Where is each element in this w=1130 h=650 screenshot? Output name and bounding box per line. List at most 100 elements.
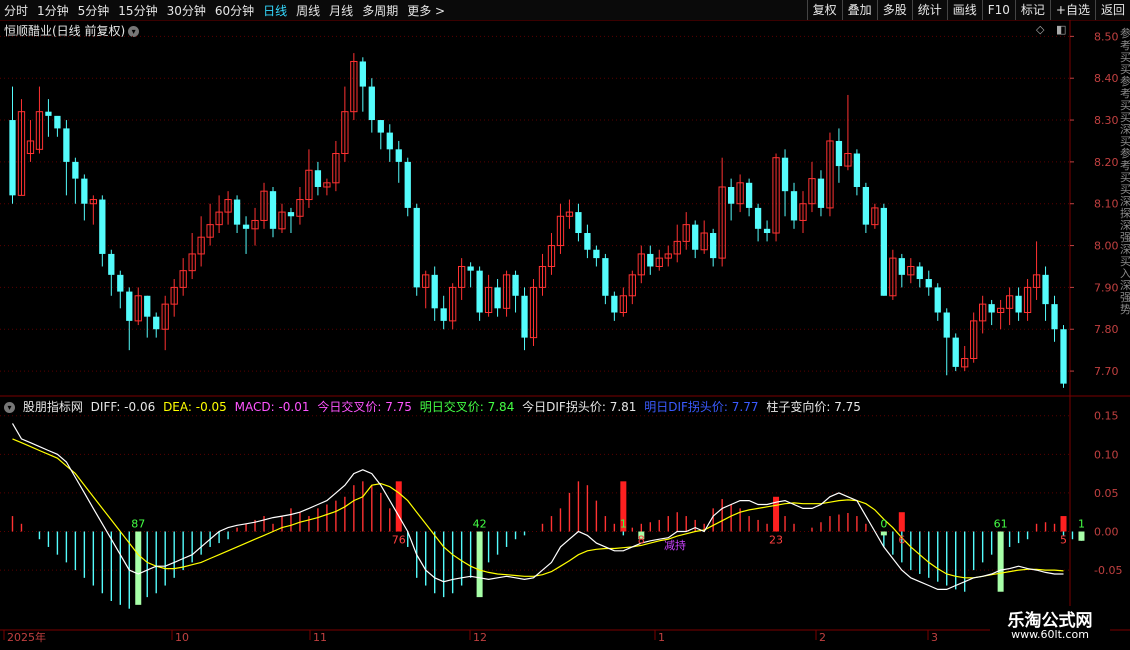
price-tick-label: 8.50 [1094, 30, 1119, 43]
candle-body-down [144, 295, 151, 317]
candle-body-down [81, 178, 88, 204]
macd-value: MACD: -0.01 [234, 400, 310, 414]
candle-body-down [727, 186, 735, 204]
candle-body-down [602, 258, 609, 296]
candle-body-down [467, 266, 474, 271]
candle-body-down [862, 186, 870, 225]
candle-body-down [763, 228, 771, 234]
macd-bar-label: 1 [1078, 518, 1085, 531]
candle-body-down [377, 120, 384, 133]
macd-signal-bar [1078, 531, 1085, 541]
candle-body-down [611, 295, 618, 313]
candle-body-down [269, 191, 277, 229]
candle-body-down [647, 253, 654, 267]
macd-bar-label: 87 [131, 518, 145, 531]
macd-bar-label: 5 [1060, 534, 1067, 547]
price-tick-label: 8.20 [1094, 156, 1119, 169]
watermark: 乐淘公式网 www.60lt.com [990, 606, 1110, 644]
candle-body-down [934, 287, 941, 313]
indicator-name: 股朋指标网 [22, 400, 83, 414]
tomorrow-cross-price: 明日交叉价: 7.84 [419, 400, 515, 414]
macd-bar-label: 76 [392, 534, 406, 547]
candle-body-down [817, 178, 825, 208]
candle-body-down [395, 149, 402, 162]
watermark-url: www.60lt.com [1011, 628, 1089, 641]
candle-body-down [476, 270, 483, 313]
candle-body-down [943, 312, 950, 338]
macd-signal-bar [997, 531, 1004, 592]
macd-signal-bar [1060, 516, 1067, 532]
time-axis-label: 10 [175, 631, 189, 644]
candle-body-down [440, 308, 447, 321]
price-tick-label: 8.40 [1094, 72, 1119, 85]
candle-body-down [287, 212, 295, 217]
macd-bar-label: 6 [898, 534, 905, 547]
candle-body-down [494, 287, 501, 309]
time-axis-label: 3 [931, 631, 938, 644]
candle-body-down [368, 86, 375, 121]
price-tick-label: 7.90 [1094, 281, 1119, 294]
candle-body-down [126, 291, 133, 321]
indicator-header: ▾ 股朋指标网 DIFF: -0.06 DEA: -0.05 MACD: -0.… [4, 398, 865, 415]
candle-body-down [54, 115, 61, 129]
candle-body-down [754, 207, 762, 229]
candle-body-down [952, 337, 959, 367]
dea-line [12, 438, 1064, 579]
macd-bar-label: 0 [880, 518, 887, 531]
bar-change-price: 柱子变向价: 7.75 [766, 400, 861, 414]
candle-body-down [431, 274, 438, 309]
side-signal-text: 参考买买参考买买深买参考买买深探深强深买入深强势 [1120, 27, 1130, 316]
today-dif-turn-price: 今日DIF拐头价: 7.81 [522, 400, 637, 414]
candle-body-down [512, 274, 519, 296]
candle-body-down [242, 224, 250, 229]
macd-signal-bar [898, 512, 905, 532]
macd-bar-label: 8 [638, 534, 645, 547]
candle-body-down [710, 233, 717, 259]
candle-body-down [853, 153, 861, 187]
macd-bar-label: 1 [620, 518, 627, 531]
candle-body-down [1015, 295, 1022, 313]
today-cross-price: 今日交叉价: 7.75 [317, 400, 412, 414]
indicator-tick-label: 0.05 [1094, 487, 1119, 500]
candle-body-down [108, 253, 115, 275]
macd-signal-bar [880, 531, 887, 536]
diff-line [11, 423, 1064, 590]
time-axis-label: 2 [819, 631, 826, 644]
candle-body-down [584, 233, 591, 250]
kline-chart[interactable]: 8.50 8.40 8.30 8.20 8.10 8.00 7.90 7.80 7.70 0.15… [0, 0, 1130, 650]
macd-signal-bar [476, 531, 483, 598]
dea-value: DEA: -0.05 [163, 400, 227, 414]
macd-signal-bar [135, 531, 142, 605]
time-axis-label: 1 [658, 631, 665, 644]
candle-body-down [1051, 304, 1058, 330]
candle-body-down [359, 61, 366, 87]
indicator-tick-label: -0.05 [1094, 564, 1122, 577]
candle-body-down [386, 132, 393, 150]
candle-body-down [153, 316, 160, 330]
chevron-down-icon[interactable]: ▾ [4, 402, 15, 413]
price-tick-label: 7.80 [1094, 323, 1119, 336]
candle-body-down [314, 170, 322, 187]
candle-body-down [593, 249, 600, 259]
candle-body-down [880, 207, 887, 296]
time-axis-label: 12 [473, 631, 487, 644]
candle-body-down [790, 191, 798, 221]
candle-body-down [898, 258, 905, 275]
candle-body-down [781, 157, 789, 192]
candle-body-down [9, 120, 16, 196]
price-tick-label: 8.30 [1094, 114, 1119, 127]
indicator-tick-label: 0.00 [1094, 526, 1119, 539]
pink-signal-label: 减持 [664, 538, 686, 552]
candle-body-down [99, 199, 106, 254]
indicator-tick-label: 0.10 [1094, 448, 1119, 461]
indicator-tick-label: 0.15 [1094, 410, 1119, 423]
candle-body-down [575, 212, 582, 234]
price-tick-label: 8.00 [1094, 240, 1119, 253]
macd-bar-label: 23 [769, 534, 783, 547]
macd-bar-label: 42 [473, 518, 487, 531]
candle-body-down [916, 266, 923, 280]
candle-body-down [692, 224, 699, 250]
candle-body-down [1060, 329, 1067, 384]
candle-body-down [404, 161, 411, 208]
candle-body-down [63, 128, 70, 162]
